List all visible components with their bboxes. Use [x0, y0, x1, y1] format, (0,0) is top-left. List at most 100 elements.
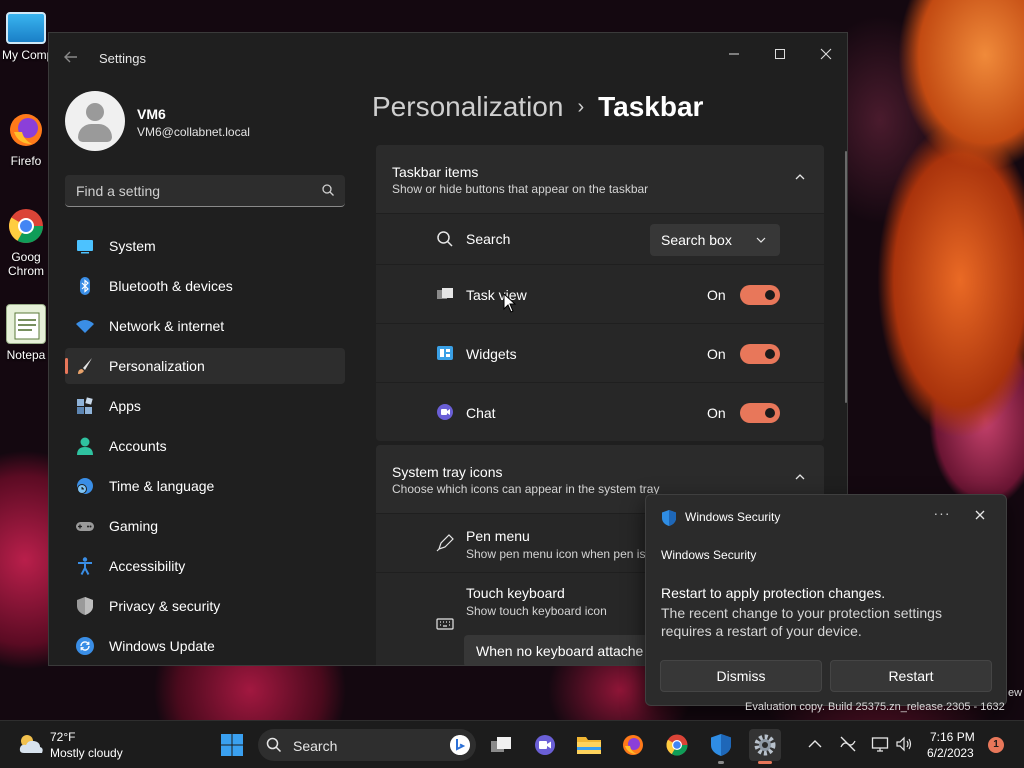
taskbar-search-box[interactable]: Search — [258, 729, 476, 761]
toggle-knob — [765, 408, 775, 418]
taskbar-items-subtitle: Show or hide buttons that appear on the … — [392, 182, 649, 196]
cloudy-weather-icon[interactable] — [18, 733, 44, 755]
bing-icon[interactable] — [450, 735, 470, 755]
network-icon[interactable] — [871, 735, 889, 753]
file-explorer-button[interactable] — [573, 729, 605, 761]
close-icon — [820, 48, 832, 60]
taskbar: 72°F Mostly cloudy Search 7:16 PM 6/2/20… — [0, 720, 1024, 768]
volume-icon[interactable] — [895, 735, 913, 753]
task-view-button[interactable] — [485, 729, 517, 761]
sidebar-nav: System Bluetooth & devices Network & int… — [65, 228, 345, 665]
desktop-icon-chrome[interactable]: Goog Chrom — [2, 206, 50, 278]
sidebar-item-windows-update[interactable]: Windows Update — [65, 628, 345, 664]
notification-count-badge[interactable]: 1 — [988, 737, 1004, 753]
sidebar-item-label: Windows Update — [109, 638, 215, 654]
weather-description[interactable]: Mostly cloudy — [50, 746, 123, 760]
chrome-icon — [6, 206, 46, 246]
sidebar-item-personalization[interactable]: Personalization — [65, 348, 345, 384]
file-explorer-icon — [577, 737, 601, 754]
notification-app-name: Windows Security — [685, 510, 781, 524]
touch-keyboard-dropdown[interactable]: When no keyboard attache — [464, 635, 664, 665]
time-language-icon — [77, 478, 93, 494]
desktop-icon-firefox[interactable]: Firefo — [2, 110, 50, 168]
widgets-toggle[interactable] — [740, 344, 780, 364]
desktop-icon-label-line2: Chrom — [7, 264, 44, 278]
back-button[interactable] — [63, 49, 83, 67]
settings-taskbar-button[interactable] — [749, 729, 781, 764]
selection-indicator — [65, 358, 68, 374]
apps-icon — [77, 397, 93, 414]
taskbar-items-title: Taskbar items — [392, 164, 479, 180]
widgets-icon — [437, 346, 453, 360]
weather-temperature[interactable]: 72°F — [50, 730, 75, 744]
desktop-icon-notepad[interactable]: Notepa — [2, 304, 50, 362]
dismiss-button[interactable]: Dismiss — [660, 660, 822, 692]
breadcrumb-parent[interactable]: Personalization — [372, 91, 563, 122]
search-input[interactable]: Find a setting — [65, 175, 345, 207]
desktop-icon-label: Goog — [11, 250, 41, 264]
chevron-up-icon[interactable] — [806, 735, 824, 753]
teams-chat-button[interactable] — [529, 729, 561, 761]
sidebar-item-time-language[interactable]: Time & language — [65, 468, 345, 504]
teams-chat-icon — [535, 735, 555, 755]
close-button[interactable] — [803, 39, 847, 69]
sidebar-item-privacy[interactable]: Privacy & security — [65, 588, 345, 624]
sidebar-item-network[interactable]: Network & internet — [65, 308, 345, 344]
content-scrollbar[interactable] — [845, 151, 847, 403]
maximize-icon — [775, 49, 785, 59]
toggle-knob — [765, 349, 775, 359]
avatar-body — [78, 124, 112, 142]
gaming-icon — [76, 522, 94, 531]
maximize-button[interactable] — [757, 39, 803, 69]
chrome-taskbar-button[interactable] — [661, 729, 693, 761]
task-view-icon — [491, 737, 511, 752]
search-icon — [437, 231, 453, 247]
chat-toggle[interactable] — [740, 403, 780, 423]
windows-security-icon — [711, 734, 731, 756]
windows-security-icon — [662, 510, 676, 526]
restart-button[interactable]: Restart — [830, 660, 992, 692]
bluetooth-icon — [80, 277, 90, 295]
windows-update-icon — [76, 637, 94, 655]
avatar[interactable] — [65, 91, 125, 151]
dropdown-value: When no keyboard attache — [476, 643, 644, 659]
windows-start-icon — [221, 734, 243, 756]
accounts-icon — [77, 437, 93, 455]
clock-date[interactable]: 6/2/2023 — [927, 746, 974, 760]
windows-security-taskbar-button[interactable] — [705, 729, 737, 764]
sidebar-item-accounts[interactable]: Accounts — [65, 428, 345, 464]
sidebar-item-system[interactable]: System — [65, 228, 345, 264]
dropdown-value: Search box — [661, 232, 732, 248]
title-bar[interactable]: Settings — [49, 33, 847, 83]
desktop-icon-label: Notepa — [6, 348, 46, 362]
taskbar-item-widgets-row: Widgets On — [376, 324, 824, 382]
task-view-toggle[interactable] — [740, 285, 780, 305]
taskbar-item-task-view-row: Task view On — [376, 265, 824, 323]
search-mode-dropdown[interactable]: Search box — [650, 224, 780, 256]
window-title: Settings — [99, 51, 146, 66]
pen-disabled-icon[interactable] — [839, 735, 857, 753]
computer-icon — [6, 12, 46, 44]
breadcrumb-separator: › — [577, 96, 585, 118]
firefox-taskbar-button[interactable] — [617, 729, 649, 761]
avatar-head — [86, 103, 104, 121]
taskbar-item-label: Search — [466, 231, 511, 247]
start-button[interactable] — [216, 729, 248, 761]
clock-time[interactable]: 7:16 PM — [930, 730, 975, 744]
minimize-button[interactable] — [711, 39, 757, 69]
sidebar-item-accessibility[interactable]: Accessibility — [65, 548, 345, 584]
desktop-icon-label: Firefo — [10, 154, 42, 168]
chevron-up-icon — [795, 474, 805, 480]
taskbar-items-header[interactable]: Taskbar items Show or hide buttons that … — [376, 145, 824, 213]
toggle-knob — [765, 290, 775, 300]
notification-more-button[interactable]: ··· — [932, 505, 952, 521]
desktop-icon-my-computer[interactable]: My Comp — [2, 10, 50, 62]
notepad-icon — [6, 304, 46, 344]
system-tray-icons-subtitle: Choose which icons can appear in the sys… — [392, 482, 660, 496]
close-icon[interactable] — [972, 507, 988, 523]
sidebar-item-gaming[interactable]: Gaming — [65, 508, 345, 544]
sidebar-item-bluetooth[interactable]: Bluetooth & devices — [65, 268, 345, 304]
sidebar-item-label: Privacy & security — [109, 598, 221, 614]
sidebar-item-apps[interactable]: Apps — [65, 388, 345, 424]
settings-gear-icon — [754, 734, 776, 756]
